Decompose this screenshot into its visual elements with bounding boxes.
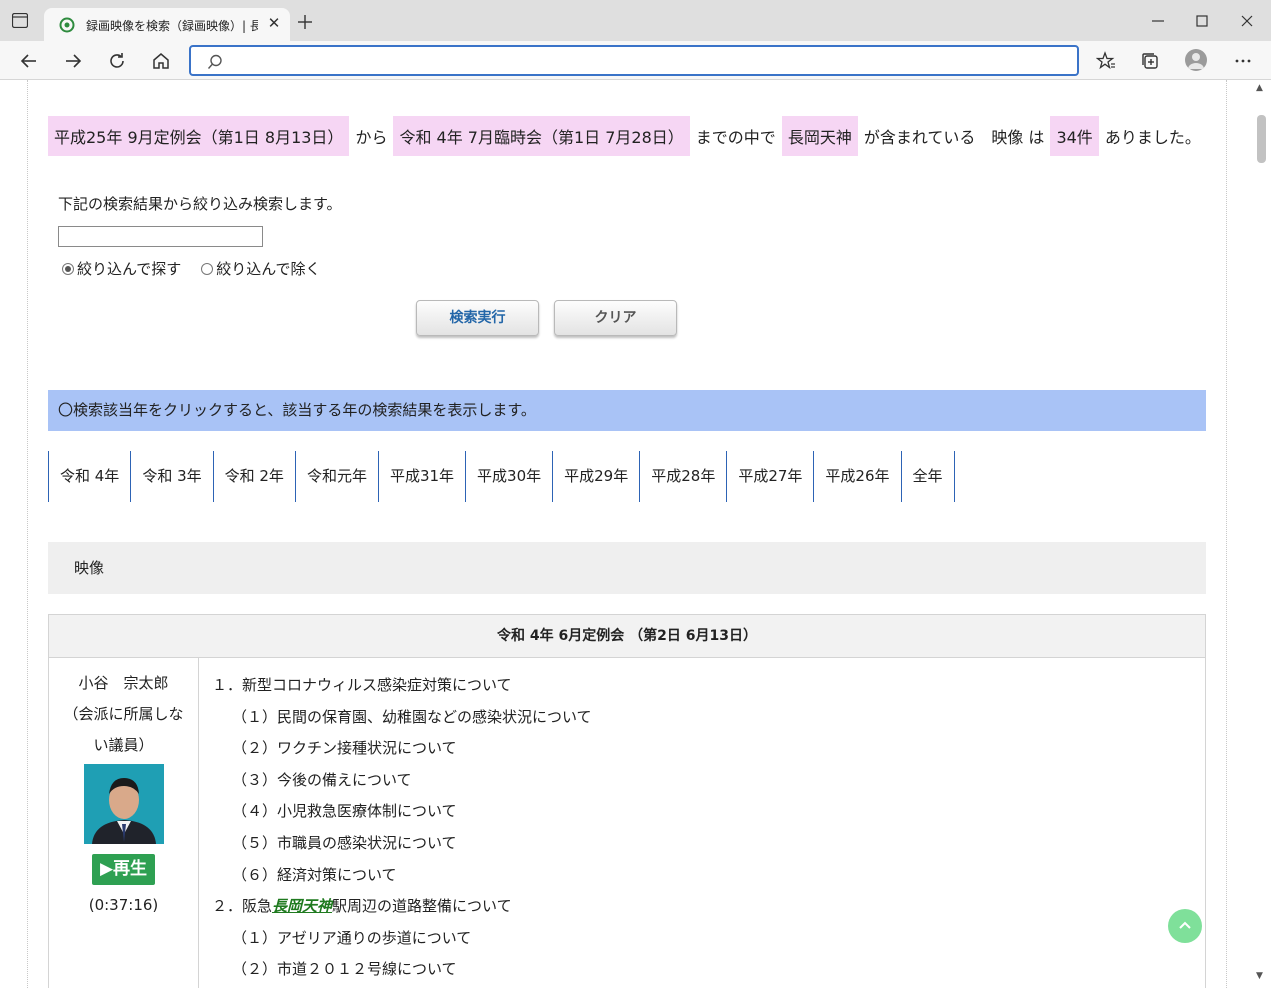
search-icon [207,54,222,69]
back-to-top-button[interactable] [1168,909,1202,943]
window-close-icon[interactable] [1239,13,1255,29]
year-tab[interactable]: 平成29年 [552,451,639,502]
tab-close-icon[interactable]: ✕ [266,15,282,31]
chevron-up-icon [1179,921,1191,929]
year-tab[interactable]: 平成28年 [639,451,726,502]
radio-exclude-label: 絞り込んで除く [216,260,321,278]
speaker-photo [83,764,164,844]
profile-avatar-icon[interactable] [1185,49,1207,71]
radio-exclude[interactable]: 絞り込んで除く [201,258,321,279]
page-scrollbar[interactable]: ▲ ▼ [1251,80,1271,988]
year-tab[interactable]: 全年 [900,451,955,502]
speaker-party: （会派に所属しない議員） [63,705,184,754]
maximize-icon[interactable] [1194,13,1210,29]
year-tab[interactable]: 平成27年 [726,451,813,502]
scroll-down-icon[interactable]: ▼ [1256,971,1263,981]
clear-button[interactable]: クリア [554,300,677,336]
topic-item: ２．阪急長岡天神駅周辺の道路整備について [212,891,592,923]
topic-item: （２）ワクチン接種状況について [232,739,457,758]
search-execute-button[interactable]: 検索実行 [416,300,539,336]
speaker-column: 小谷 宗太郎 （会派に所属しない議員） ▶再生 (0:37:16) [49,658,199,988]
year-tabs: 令和 4年 令和 3年 令和 2年 令和元年 平成31年 平成30年 平成29年… [48,451,955,502]
tab-bar: 録画映像を検索（録画映像）| 長 ✕ [0,0,1271,41]
play-icon: ▶ [99,859,114,879]
tab-actions-icon[interactable] [12,13,28,28]
radio-include[interactable]: 絞り込んで探す [62,258,181,279]
year-tab[interactable]: 令和 2年 [212,451,295,502]
refresh-icon[interactable] [107,51,127,71]
session-title: 令和 4年 6月定例会 （第2日 6月13日） [49,615,1205,658]
summary-text: から [355,128,388,147]
topic-item: （６）経済対策について [232,865,397,884]
year-notice: 〇検索該当年をクリックすると、該当する年の検索結果を表示します。 [48,390,1206,431]
keyword-highlight: 長岡天神 [272,897,333,916]
summary-text: ありました。 [1104,128,1201,147]
play-button[interactable]: ▶再生 [92,854,155,885]
summary-count: 34件 [1050,116,1099,156]
result-card: 令和 4年 6月定例会 （第2日 6月13日） 小谷 宗太郎 （会派に所属しない… [48,614,1206,988]
topic-item: （２）市道２０１２号線について [232,960,457,979]
topic-item: （３）今後の備えについて [232,770,412,789]
home-icon[interactable] [151,51,171,71]
year-tab[interactable]: 平成30年 [465,451,552,502]
summary-keyword: 長岡天神 [781,116,858,156]
tab-title: 録画映像を検索（録画映像）| 長 [86,19,258,33]
year-tab[interactable]: 平成26年 [813,451,900,502]
year-tab[interactable]: 令和 3年 [130,451,212,502]
topic-text: ２．阪急 [212,897,273,916]
topic-item: （１）アゼリア通りの歩道について [232,928,472,947]
forward-icon[interactable] [63,51,83,71]
summary-from-period: 平成25年 9月定例会（第1日 8月13日） [48,116,350,156]
radio-exclude-dot[interactable] [201,262,214,275]
topic-item: （５）市職員の感染状況について [232,833,457,852]
refine-caption: 下記の検索結果から絞り込み検索します。 [58,195,342,213]
address-bar[interactable] [189,45,1079,76]
back-icon[interactable] [19,51,39,71]
new-tab-icon[interactable] [297,14,313,30]
radio-include-label: 絞り込んで探す [77,260,182,278]
favorites-icon[interactable] [1096,51,1116,71]
scroll-thumb[interactable] [1257,115,1266,163]
play-label: 再生 [113,859,148,879]
page-viewport: 平成25年 9月定例会（第1日 8月13日） から 令和 4年 7月臨時会（第1… [0,80,1271,988]
topic-item: １．新型コロナウィルス感染症対策について [212,676,512,694]
minimize-icon[interactable] [1150,13,1166,29]
year-tab[interactable]: 令和元年 [294,451,378,502]
summary-text: までの中で [695,128,776,147]
topic-item: （４）小児救急医療体制について [232,802,457,821]
summary-text: が含まれている 映像 は [863,128,1045,147]
topic-text: 駅周辺の道路整備について [332,897,512,916]
video-duration: (0:37:16) [88,896,159,914]
topic-item: （１）民間の保育園、幼稚園などの感染状況について [232,707,592,726]
year-tab[interactable]: 平成31年 [377,451,465,502]
scroll-up-icon[interactable]: ▲ [1256,83,1263,93]
browser-toolbar [0,41,1271,80]
collections-icon[interactable] [1140,51,1160,71]
summary-to-period: 令和 4年 7月臨時会（第1日 7月28日） [393,116,690,156]
speaker-name: 小谷 宗太郎 [78,674,169,692]
site-favicon-icon [59,17,75,33]
address-input[interactable] [235,51,1055,71]
more-menu-icon[interactable] [1233,51,1253,71]
search-summary: 平成25年 9月定例会（第1日 8月13日） から 令和 4年 7月臨時会（第1… [48,116,1207,156]
year-tab[interactable]: 令和 4年 [48,451,130,502]
refine-mode-radios: 絞り込んで探す 絞り込んで除く [62,258,321,279]
radio-include-dot[interactable] [62,262,74,275]
browser-tab[interactable]: 録画映像を検索（録画映像）| 長 ✕ [44,8,290,41]
section-heading: 映像 [48,542,1206,594]
topic-list: １．新型コロナウィルス感染症対策について （１）民間の保育園、幼稚園などの感染状… [212,670,592,986]
refine-search-input[interactable] [58,226,263,247]
